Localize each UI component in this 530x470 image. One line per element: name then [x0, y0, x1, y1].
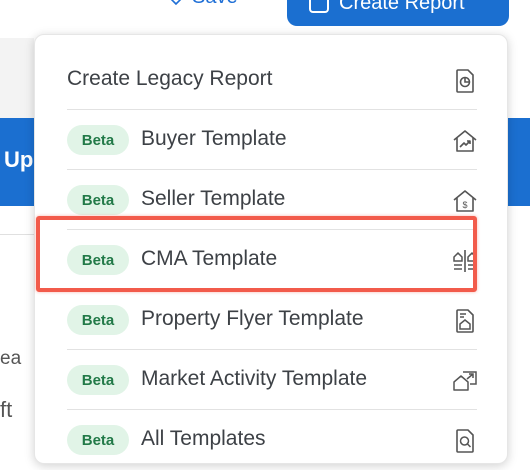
flyer-icon: [456, 309, 474, 333]
beta-badge: Beta: [67, 365, 129, 395]
create-report-label: Create Report: [339, 0, 465, 14]
menu-item-all-templates[interactable]: Beta All Templates: [35, 410, 509, 470]
create-report-dropdown: Create Legacy Report Beta Buyer Template…: [34, 34, 508, 464]
house-dollar-icon: $: [453, 190, 477, 212]
market-activity-icon: [453, 371, 477, 391]
menu-item-label: Property Flyer Template: [141, 307, 364, 330]
beta-badge: Beta: [67, 245, 129, 275]
compare-houses-icon: [453, 250, 477, 272]
create-report-button[interactable]: Create Report: [287, 0, 509, 26]
beta-badge: Beta: [67, 425, 129, 455]
menu-item-buyer-template[interactable]: Beta Buyer Template: [35, 110, 509, 170]
menu-item-cma-template[interactable]: Beta CMA Template: [35, 230, 509, 290]
background-text: ea: [0, 348, 22, 369]
beta-badge: Beta: [67, 305, 129, 335]
menu-item-label: Create Legacy Report: [67, 67, 273, 90]
background-divider: [0, 234, 34, 235]
menu-item-label: Seller Template: [141, 187, 286, 210]
menu-item-label: Market Activity Template: [141, 367, 368, 390]
menu-item-market-activity-template[interactable]: Beta Market Activity Template: [35, 350, 509, 410]
beta-badge: Beta: [67, 185, 129, 215]
menu-item-create-legacy-report[interactable]: Create Legacy Report: [35, 50, 509, 110]
report-icon: [456, 69, 474, 93]
svg-text:$: $: [462, 200, 467, 210]
report-icon: [309, 0, 329, 13]
save-button[interactable]: Save: [168, 0, 238, 9]
menu-item-label: CMA Template: [141, 247, 278, 270]
background-text: ft: [0, 397, 13, 422]
search-document-icon: [456, 429, 474, 453]
menu-item-label: All Templates: [141, 427, 266, 450]
house-trend-icon: [453, 130, 477, 152]
save-label: Save: [192, 0, 238, 9]
heart-icon: [171, 0, 181, 5]
menu-item-seller-template[interactable]: Beta Seller Template $: [35, 170, 509, 230]
menu-item-property-flyer-template[interactable]: Beta Property Flyer Template: [35, 290, 509, 350]
beta-badge: Beta: [67, 125, 129, 155]
menu-item-label: Buyer Template: [141, 127, 287, 150]
